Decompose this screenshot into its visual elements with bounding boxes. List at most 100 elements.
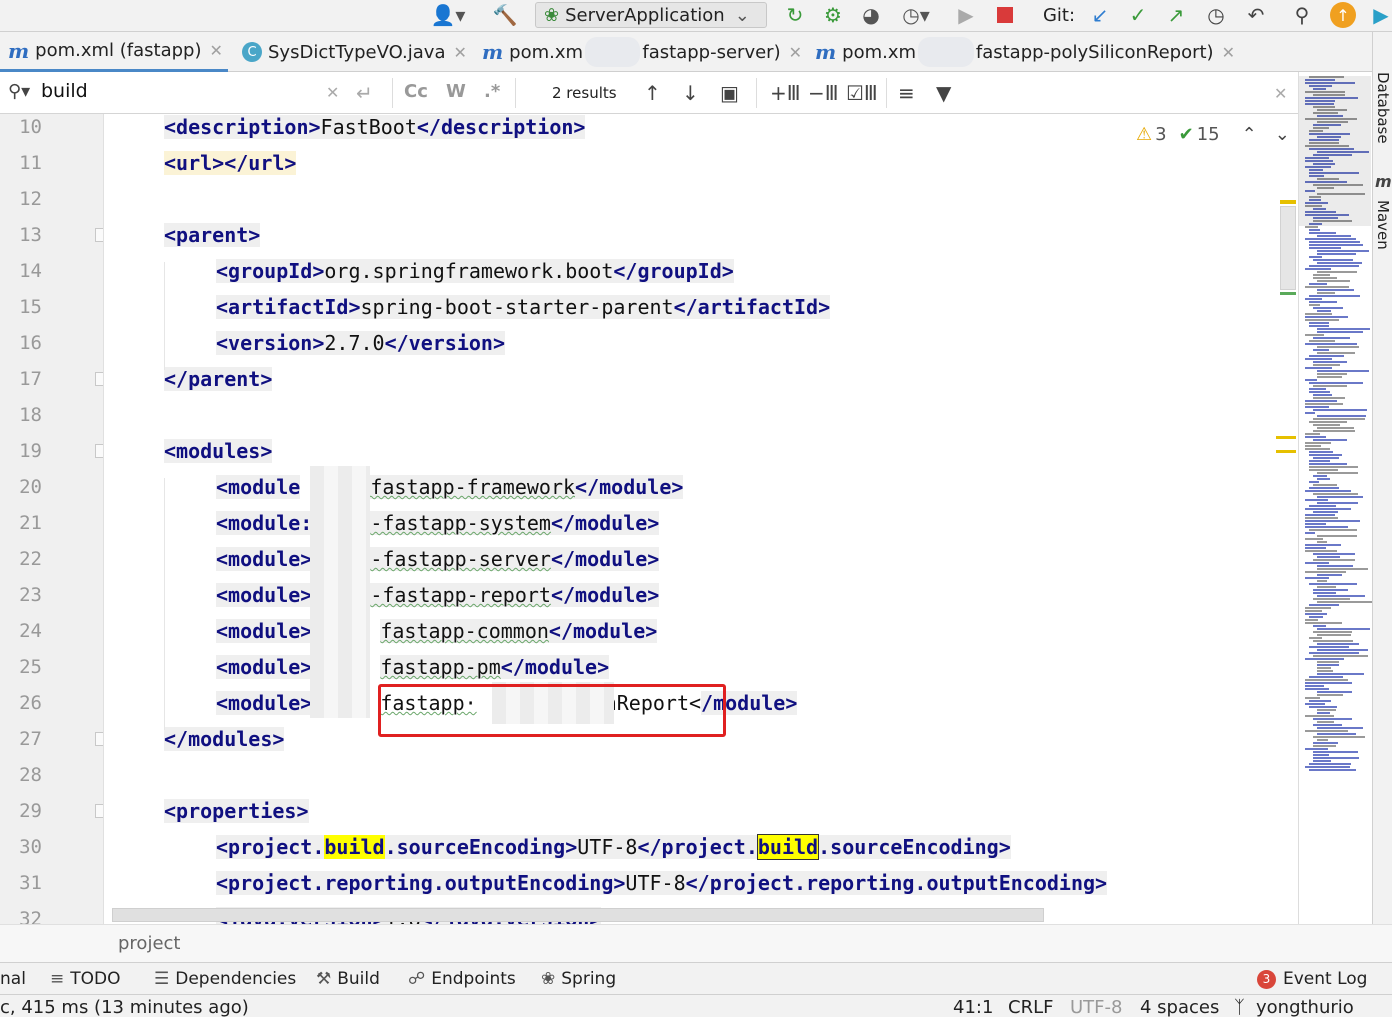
endpoints-tab[interactable]: ☍ Endpoints [408,969,516,989]
git-push-icon[interactable]: ↗ [1164,3,1188,27]
inspection-widget[interactable]: ⚠ 3 ✔ 15 ⌃ ⌄ [1136,124,1290,145]
funnel-icon[interactable]: ▼ [936,81,951,105]
fold-marker-icon[interactable] [95,228,103,242]
code-line[interactable]: </modules> [164,721,285,757]
error-stripe[interactable] [1276,114,1298,924]
code-line[interactable]: <module: -fastapp-system</module> [216,505,660,541]
minimap-line [1313,439,1347,441]
scrollbar-thumb[interactable] [1280,206,1296,290]
fold-marker-icon[interactable] [95,372,103,386]
tab-sysdicttypevo[interactable]: C SysDictTypeVO.java ✕ [236,32,468,72]
profile-icon[interactable]: ◷▾ [896,3,936,27]
file-encoding[interactable]: UTF-8 [1070,997,1122,1017]
remove-occurrence-icon[interactable]: −Ⅲ [808,81,839,105]
build-tab[interactable]: ⚒ Build [316,969,380,989]
chevron-up-icon[interactable]: ⌃ [1242,124,1257,145]
tab-pom-fastapp[interactable]: m pom.xml (fastapp) ✕ [0,32,228,72]
git-user[interactable]: yongthurio [1256,997,1354,1017]
code-line[interactable]: <module> fastapp-pm</module> [216,649,610,685]
todo-tab[interactable]: ≡ TODO [50,969,121,989]
fold-marker-icon[interactable] [95,732,103,746]
add-occurrence-icon[interactable]: +Ⅲ [770,81,801,105]
caret-position[interactable]: 41:1 [953,997,993,1017]
code-line[interactable]: <parent> [164,217,261,253]
tab-pom-polysiliconreport[interactable]: m pom.xm fastapp-polySiliconReport) ✕ [815,32,1235,72]
horizontal-scrollbar[interactable] [112,908,1044,922]
spring-tab[interactable]: ❀ Spring [541,969,616,989]
breadcrumb-item[interactable]: project [118,933,180,954]
rerun-icon[interactable]: ↻ [782,3,808,27]
code-line[interactable]: <properties> [164,793,309,829]
minimap-line [1309,322,1329,324]
code-line[interactable]: <project.build.sourceEncoding>UTF-8</pro… [216,829,1011,865]
minimap-line [1313,631,1352,633]
search-input[interactable]: build [41,80,88,102]
code-minimap[interactable] [1298,72,1372,924]
xml-value: org.springframework.boot [324,259,614,283]
rollback-icon[interactable]: ↶ [1244,3,1268,27]
minimap-line [1305,508,1351,510]
plugin-icon[interactable]: ▶ [1370,3,1392,27]
minimap-line [1317,415,1366,417]
select-all-matches-icon[interactable]: ☑Ⅲ [846,81,878,105]
play-icon[interactable]: ▶ [956,3,976,27]
code-line[interactable]: <url></url> [164,145,297,181]
code-line[interactable]: <project.reporting.outputEncoding>UTF-8<… [216,865,1108,901]
code-editor[interactable]: <description>FastBoot</description> <url>… [104,114,1274,924]
build-hammer-icon[interactable]: 🔨 [490,3,520,27]
maven-panel-tab[interactable]: Maven [1374,200,1392,250]
debug-icon[interactable]: ⚙ [820,3,846,27]
close-find-bar-icon[interactable]: ✕ [1274,84,1287,103]
fold-marker-icon[interactable] [95,804,103,818]
newline-icon[interactable]: ↵ [356,81,373,105]
database-panel-tab[interactable]: Database [1374,72,1392,144]
select-all-occurrences-icon[interactable]: ▣ [720,81,739,105]
line-separator[interactable]: CRLF [1008,997,1053,1017]
search-everywhere-icon[interactable]: ⚲ [1290,3,1314,27]
next-occurrence-icon[interactable]: ↓ [682,81,699,105]
code-line[interactable]: <description>FastBoot</description> [164,114,586,145]
event-log-tab[interactable]: 3 Event Log [1257,969,1367,989]
code-line[interactable]: <module> -fastapp-report</module> [216,577,660,613]
minimap-line [1317,712,1330,714]
minimap-line [1305,682,1352,684]
close-icon[interactable]: ✕ [210,41,223,60]
clear-search-icon[interactable]: ✕ [326,83,339,102]
tab-pom-server[interactable]: m pom.xm fastapp-server) ✕ [482,32,802,72]
match-case-toggle[interactable]: Cc [404,81,428,102]
code-line[interactable]: <module -fastapp-framework</module> [216,469,684,505]
code-line[interactable]: <version>2.7.0</version> [216,325,506,361]
history-icon[interactable]: ◷ [1204,3,1228,27]
indent-setting[interactable]: 4 spaces [1140,997,1219,1017]
previous-occurrence-icon[interactable]: ↑ [644,81,661,105]
git-commit-icon[interactable]: ✓ [1126,3,1150,27]
minimap-line [1305,514,1335,516]
code-line[interactable]: <modules> [164,433,273,469]
stop-icon[interactable] [994,3,1016,27]
regex-toggle[interactable]: .* [484,81,500,102]
code-line[interactable]: <module> fastapp-common</module> [216,613,658,649]
fold-marker-icon[interactable] [95,444,103,458]
run-config-dropdown[interactable]: ❀ ServerApplication ⌄ [535,2,767,28]
update-icon[interactable]: ↑ [1330,2,1356,28]
code-line[interactable]: <artifactId>spring-boot-starter-parent</… [216,289,831,325]
minimap-line [1305,715,1334,717]
coverage-icon[interactable]: ◕ [858,3,884,27]
code-line[interactable]: <module> -fastapp-server</module> [216,541,660,577]
filter-search-icon[interactable]: ≡ [898,81,915,105]
dependencies-tab[interactable]: ☰ Dependencies [154,969,296,989]
code-line[interactable]: <groupId>org.springframework.boot</group… [216,253,734,289]
close-icon[interactable]: ✕ [789,43,802,62]
xml-tag: <properties> [164,799,309,823]
code-line[interactable]: </parent> [164,361,273,397]
whole-word-toggle[interactable]: W [446,81,466,102]
git-update-icon[interactable]: ↙ [1088,3,1112,27]
close-icon[interactable]: ✕ [454,43,467,62]
user-icon[interactable]: 👤▾ [428,3,468,27]
xml-tag: </module> [575,475,684,499]
ok-count: 15 [1196,124,1220,145]
event-count-badge: 3 [1257,969,1276,989]
terminal-tab[interactable]: nal [0,969,26,989]
minimap-viewport[interactable] [1299,76,1371,226]
close-icon[interactable]: ✕ [1222,43,1235,62]
